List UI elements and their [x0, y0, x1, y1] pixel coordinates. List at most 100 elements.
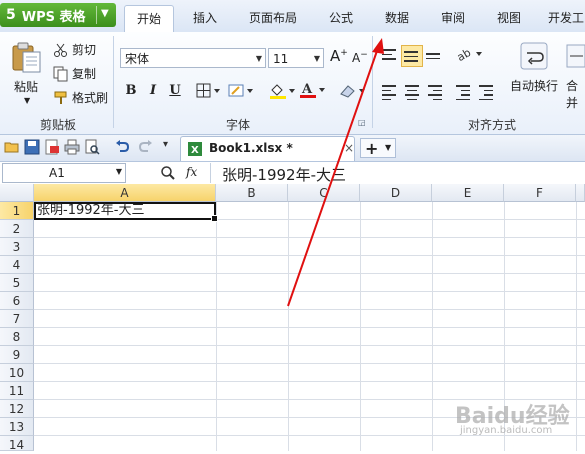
fill-handle[interactable] [211, 215, 218, 222]
row-header-11[interactable]: 11 [0, 382, 34, 400]
document-tab-name: Book1.xlsx * [209, 141, 293, 155]
tab-formulas[interactable]: 公式 [318, 5, 364, 31]
document-tab[interactable]: X Book1.xlsx * × [180, 136, 355, 161]
column-header-c[interactable]: C [288, 184, 360, 202]
cut-button[interactable]: 剪切 [53, 41, 96, 58]
underline-button[interactable]: U [166, 81, 184, 101]
shrink-font-button[interactable]: A− [352, 50, 368, 65]
row-header-9[interactable]: 9 [0, 346, 34, 364]
paste-dropdown-chevron-icon[interactable]: ▼ [24, 96, 30, 105]
close-tab-icon[interactable]: × [344, 141, 354, 155]
row-header-8[interactable]: 8 [0, 328, 34, 346]
column-header-a[interactable]: A [34, 184, 216, 202]
align-left-button[interactable] [380, 82, 400, 102]
tab-review[interactable]: 审阅 [430, 5, 476, 31]
paste-button-label[interactable]: 粘贴 [14, 78, 38, 95]
row-header-13[interactable]: 13 [0, 418, 34, 436]
clipboard-group-label: 剪贴板 [39, 118, 76, 132]
row-header-6[interactable]: 6 [0, 292, 34, 310]
copy-button[interactable]: 复制 [53, 65, 96, 82]
align-bottom-button[interactable] [424, 46, 444, 66]
shrink-font-glyph: A [352, 51, 361, 65]
cell-style-icon [228, 84, 253, 97]
font-name-combo[interactable]: 宋体 ▼ [120, 48, 266, 68]
font-name-chevron-icon[interactable]: ▼ [256, 49, 262, 69]
text-orientation-icon: ab [455, 46, 482, 64]
paste-icon[interactable] [10, 40, 44, 74]
font-size-combo[interactable]: 11 ▼ [268, 48, 324, 68]
column-header-g[interactable] [576, 184, 585, 202]
decrease-indent-button[interactable] [454, 82, 474, 102]
svg-text:X: X [191, 145, 199, 156]
column-header-b[interactable]: B [216, 184, 288, 202]
tab-developer[interactable]: 开发工 [542, 5, 585, 31]
insert-function-icon[interactable]: fx [186, 165, 197, 179]
brush-icon [54, 91, 67, 104]
borders-button[interactable] [196, 83, 222, 102]
zoom-magnifier-icon[interactable] [160, 165, 176, 181]
text-orientation-button[interactable]: ab [455, 45, 485, 66]
name-box[interactable]: A1 ▼ [2, 163, 126, 183]
row-header-3[interactable]: 3 [0, 238, 34, 256]
wrap-text-icon[interactable] [519, 41, 549, 71]
wrap-text-label[interactable]: 自动换行 [510, 77, 558, 94]
format-painter-label: 格式刷 [72, 91, 109, 105]
align-middle-button[interactable] [401, 45, 423, 67]
column-header-e[interactable]: E [432, 184, 504, 202]
print-icon[interactable] [64, 139, 80, 155]
tab-page-layout[interactable]: 页面布局 [240, 5, 306, 31]
column-header-f[interactable]: F [504, 184, 576, 202]
row-gridline [34, 381, 585, 382]
row-header-2[interactable]: 2 [0, 220, 34, 238]
export-pdf-icon[interactable] [44, 139, 60, 155]
row-header-4[interactable]: 4 [0, 256, 34, 274]
cell-a1[interactable]: 张明-1992年-大三 [34, 202, 218, 222]
undo-icon[interactable] [114, 139, 130, 155]
wps-menu-button[interactable]: 5 WPS 表格 ▼ [0, 3, 116, 27]
cell-a1-value: 张明-1992年-大三 [37, 203, 145, 218]
row-header-7[interactable]: 7 [0, 310, 34, 328]
open-folder-icon[interactable] [4, 139, 20, 155]
customize-toolbar-chevron-icon[interactable]: ▾ [163, 139, 168, 150]
svg-text:ab: ab [455, 46, 473, 63]
row-header-14[interactable]: 14 [0, 436, 34, 452]
align-right-button[interactable] [426, 82, 446, 102]
wps-menu-chevron-icon[interactable]: ▼ [101, 8, 109, 19]
name-box-chevron-icon[interactable]: ▼ [116, 167, 122, 176]
row-header-1[interactable]: 1 [0, 202, 34, 220]
fill-bucket-icon [270, 84, 295, 99]
formula-input[interactable]: 张明-1992年-大三 [222, 164, 346, 185]
font-color-button[interactable]: A [298, 81, 328, 102]
redo-icon[interactable] [138, 139, 154, 155]
bold-button[interactable]: B [122, 81, 140, 101]
print-preview-icon[interactable] [84, 139, 100, 155]
cell-style-button[interactable] [228, 83, 256, 102]
plus-icon: + [365, 139, 379, 158]
save-icon[interactable] [24, 139, 40, 155]
font-dialog-launcher-icon[interactable]: ◲ [358, 118, 366, 127]
clear-format-button[interactable] [338, 82, 368, 103]
select-all-corner[interactable] [0, 184, 34, 202]
new-tab-chevron-icon[interactable]: ▼ [385, 143, 391, 152]
tab-view[interactable]: 视图 [486, 5, 532, 31]
tab-home[interactable]: 开始 [124, 5, 174, 33]
grow-font-button[interactable]: A+ [330, 47, 348, 65]
format-painter-button[interactable]: 格式刷 [53, 89, 108, 106]
merge-cells-label[interactable]: 合并 [566, 77, 585, 111]
column-header-d[interactable]: D [360, 184, 432, 202]
row-header-5[interactable]: 5 [0, 274, 34, 292]
new-tab-button[interactable]: + ▼ [360, 138, 396, 158]
name-box-value: A1 [49, 166, 65, 180]
increase-indent-button[interactable] [477, 82, 497, 102]
align-top-button[interactable] [380, 46, 400, 66]
align-center-button[interactable] [403, 82, 423, 102]
italic-button[interactable]: I [144, 81, 162, 101]
tab-insert[interactable]: 插入 [180, 5, 230, 31]
fill-color-button[interactable] [268, 82, 298, 103]
row-header-12[interactable]: 12 [0, 400, 34, 418]
tab-data[interactable]: 数据 [374, 5, 420, 31]
font-size-chevron-icon[interactable]: ▼ [314, 49, 320, 69]
grow-font-glyph: A [330, 47, 341, 65]
row-header-10[interactable]: 10 [0, 364, 34, 382]
merge-cells-icon[interactable] [565, 41, 585, 71]
